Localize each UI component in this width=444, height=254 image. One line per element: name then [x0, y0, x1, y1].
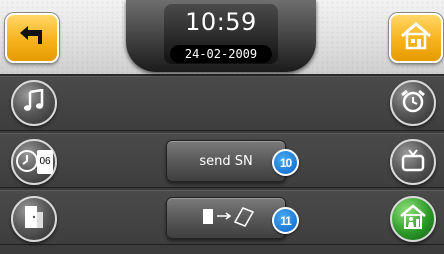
clock-calendar-icon: 06	[14, 142, 54, 182]
clock-calendar-button[interactable]: 06	[11, 139, 57, 185]
alarm-clock-icon	[400, 89, 426, 117]
phone-to-device-icon	[191, 204, 261, 232]
home-button[interactable]	[389, 13, 443, 63]
badge-11: 11	[272, 207, 299, 234]
back-button[interactable]	[5, 13, 59, 63]
music-note-icon	[23, 88, 45, 117]
home-person-button[interactable]	[390, 196, 436, 242]
row-1	[0, 76, 444, 131]
door-button[interactable]	[11, 196, 57, 242]
alarm-button[interactable]	[390, 80, 436, 126]
calendar-day-label: 06	[37, 150, 53, 174]
tv-icon	[401, 148, 425, 176]
date-display: 24-02-2009	[170, 45, 272, 63]
clock-panel: 10:59 24-02-2009	[126, 0, 316, 72]
back-arrow-icon	[18, 25, 46, 51]
send-sn-button[interactable]: send SN	[166, 140, 286, 182]
music-button[interactable]	[11, 80, 57, 126]
home-icon	[400, 22, 432, 54]
tv-button[interactable]	[390, 139, 436, 185]
badge-10: 10	[272, 149, 299, 176]
clock-display: 10:59 24-02-2009	[164, 4, 278, 64]
time-display: 10:59	[185, 8, 257, 36]
home-person-icon	[399, 204, 427, 234]
door-icon	[22, 204, 46, 234]
transfer-button[interactable]	[166, 197, 286, 239]
